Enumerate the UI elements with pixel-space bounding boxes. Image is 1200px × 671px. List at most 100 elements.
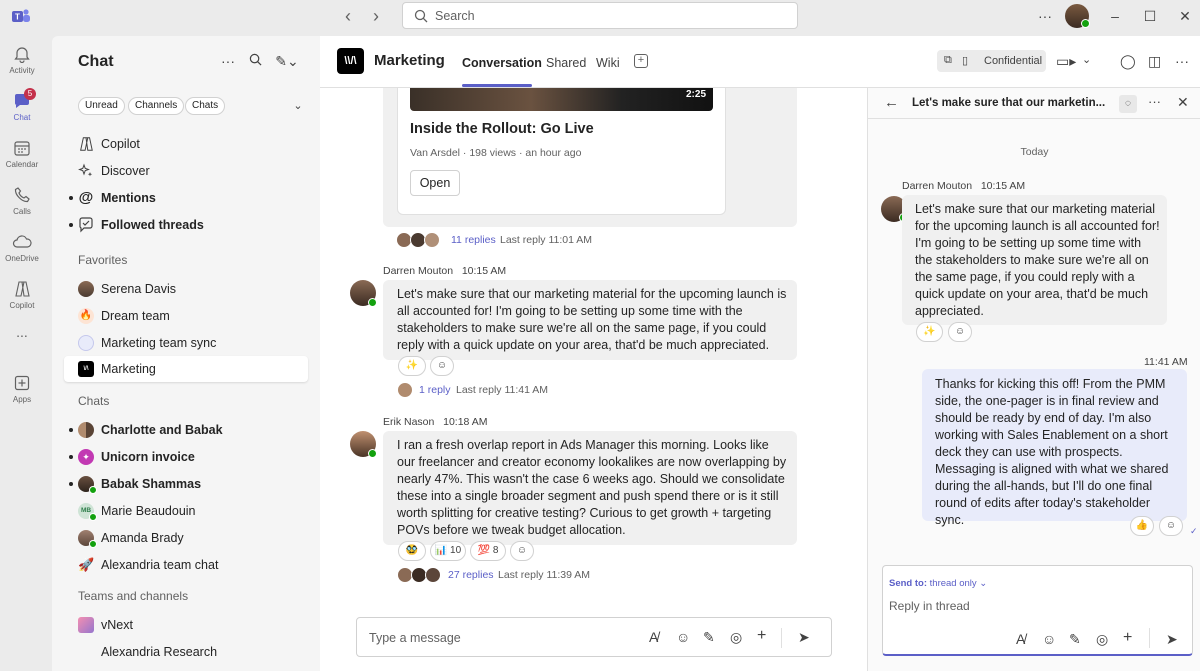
reaction-chart[interactable]: 📊 10 <box>430 541 466 561</box>
presence-available-icon <box>368 298 377 307</box>
unread-dot <box>69 428 73 432</box>
search-input[interactable]: Search <box>402 2 798 29</box>
emoji-icon[interactable]: ☺ <box>676 629 690 645</box>
tab-wiki[interactable]: Wiki <box>596 56 620 70</box>
chat-icon[interactable]: ◯ <box>1120 53 1136 70</box>
tab-conversation[interactable]: Conversation <box>462 56 542 70</box>
left-item-serena-davis[interactable]: Serena Davis <box>64 276 308 302</box>
side-panel-icon[interactable]: ◫ <box>1148 53 1161 70</box>
more-options-icon[interactable]: ··· <box>1148 94 1161 109</box>
chat-bubble-icon[interactable]: ◌ <box>1119 95 1137 113</box>
reaction-face[interactable]: 🥸 <box>398 541 426 561</box>
left-item-mentions[interactable]: @ Mentions <box>64 185 308 211</box>
rail-more[interactable]: ... <box>0 324 44 370</box>
add-tab-icon[interactable]: + <box>634 54 648 68</box>
add-reaction-icon[interactable]: ☺ <box>430 356 454 376</box>
rail-calendar[interactable]: Calendar <box>0 130 44 176</box>
left-item-vnext[interactable]: vNext <box>64 612 308 638</box>
video-call-icon[interactable]: ▭▸ <box>1056 53 1076 70</box>
message-text: I ran a fresh overlap report in Ads Mana… <box>397 438 787 537</box>
left-item-copilot[interactable]: Copilot <box>64 131 308 157</box>
left-item-marie-beaudouin[interactable]: MB Marie Beaudouin <box>64 498 308 524</box>
back-arrow-icon[interactable]: ← <box>884 94 899 111</box>
thread-replies-summary[interactable]: 1 reply Last reply 11:41 AM <box>397 382 597 400</box>
left-item-amanda-brady[interactable]: Amanda Brady <box>64 525 308 551</box>
open-button[interactable]: Open <box>410 170 460 196</box>
read-receipt-icon: ✓ <box>1190 526 1198 536</box>
tab-shared[interactable]: Shared <box>546 56 586 70</box>
rail-onedrive[interactable]: OneDrive <box>0 224 44 270</box>
rail-calls[interactable]: Calls <box>0 177 44 223</box>
left-item-marketing-team-sync[interactable]: Marketing team sync <box>64 330 308 356</box>
reaction-sparkle[interactable]: ✨ <box>398 356 426 376</box>
presence-available-icon <box>89 486 97 494</box>
add-reaction-icon[interactable]: ☺ <box>948 322 972 342</box>
add-reaction-icon[interactable]: ☺ <box>1159 516 1183 536</box>
left-item-followed-threads[interactable]: Followed threads <box>64 212 308 238</box>
chevron-down-icon[interactable]: ⌄ <box>290 98 306 114</box>
reaction-hundred[interactable]: 💯 8 <box>470 541 506 561</box>
copilot-pen-icon[interactable]: ✎ <box>1069 631 1081 648</box>
left-item-babak-shammas[interactable]: Babak Shammas <box>64 471 308 497</box>
maximize-icon[interactable]: ☐ <box>1141 7 1159 25</box>
rail-chat[interactable]: Chat 5 <box>0 83 44 129</box>
close-window-icon[interactable]: ✕ <box>1176 7 1194 25</box>
favorites-header: Favorites <box>78 253 128 267</box>
left-item-alexandria-research[interactable]: Alexandria Research <box>64 639 308 665</box>
svg-text:T: T <box>15 13 20 22</box>
thread-replies-summary[interactable]: 27 replies Last reply 11:39 AM <box>397 567 657 585</box>
message-text: Thanks for kicking this off! From the PM… <box>935 377 1169 527</box>
filter-channels[interactable]: Channels <box>128 97 185 115</box>
left-item-marketing[interactable]: \/\ Marketing <box>64 356 308 382</box>
format-icon[interactable]: A̸ <box>649 629 658 645</box>
rail-apps[interactable]: Apps <box>0 365 44 411</box>
format-icon[interactable]: A̸ <box>1016 631 1025 647</box>
followed-icon <box>79 217 93 233</box>
divider <box>781 628 782 648</box>
emoji-icon[interactable]: ☺ <box>1042 631 1056 647</box>
sensitivity-label[interactable]: ⧉ ▯ Confidential <box>937 50 1046 72</box>
more-options-icon[interactable]: ··· <box>1175 53 1189 69</box>
send-icon[interactable]: ➤ <box>798 629 810 646</box>
new-chat-icon[interactable]: ✎⌄ <box>274 53 300 69</box>
title-bar: T ‹ › Search ··· – ☐ ✕ <box>0 0 1200 32</box>
reaction-thumbs-up[interactable]: 👍 <box>1130 516 1154 536</box>
more-options-icon[interactable]: ··· <box>1036 7 1054 25</box>
left-item-charlotte-and-babak[interactable]: Charlotte and Babak <box>64 417 308 443</box>
left-item-alexandria-team-chat[interactable]: 🚀 Alexandria team chat <box>64 552 308 578</box>
message-text: Let's make sure that our marketing mater… <box>915 202 1160 318</box>
add-reaction-icon[interactable]: ☺ <box>510 541 534 561</box>
attach-plus-icon[interactable]: + <box>757 627 766 645</box>
left-item-unicorn-invoice[interactable]: ✦ Unicorn invoice <box>64 444 308 470</box>
more-options-icon[interactable]: ··· <box>220 53 236 69</box>
app-rail: Activity Chat 5 Calendar Calls OneDrive … <box>0 32 44 671</box>
copilot-pen-icon[interactable]: ✎ <box>703 629 715 646</box>
back-arrow-icon[interactable]: ‹ <box>338 6 358 26</box>
video-thumbnail[interactable]: 2:25 <box>410 88 713 111</box>
filter-chats[interactable]: Chats <box>185 97 226 115</box>
send-to-selector[interactable]: Send to: thread only ⌄ <box>889 578 987 589</box>
loop-icon[interactable]: ◎ <box>1096 631 1108 648</box>
loop-icon[interactable]: ◎ <box>730 629 742 646</box>
close-icon[interactable]: ✕ <box>1177 94 1189 111</box>
teams-logo-icon: T <box>12 9 30 22</box>
rail-copilot[interactable]: Copilot <box>0 271 44 317</box>
thread-reply-box[interactable]: Send to: thread only ⌄ Reply in thread A… <box>882 565 1193 656</box>
rail-activity[interactable]: Activity <box>0 36 44 82</box>
marketing-logo-icon: \/\ <box>78 361 94 377</box>
search-icon[interactable] <box>247 53 263 69</box>
message-compose-box[interactable]: Type a message A̸ ☺ ✎ ◎ + ➤ <box>356 617 832 657</box>
chevron-down-icon[interactable]: ⌄ <box>1082 53 1091 66</box>
unread-dot <box>69 196 73 200</box>
filter-unread[interactable]: Unread <box>78 97 125 115</box>
left-item-dream-team[interactable]: 🔥 Dream team <box>64 303 308 329</box>
minimize-icon[interactable]: – <box>1106 7 1124 25</box>
reaction-sparkle[interactable]: ✨ <box>916 322 943 342</box>
forward-arrow-icon[interactable]: › <box>366 6 386 26</box>
attach-plus-icon[interactable]: + <box>1123 629 1132 647</box>
avatar <box>78 281 94 297</box>
thread-replies-summary[interactable]: 11 replies Last reply 11:01 AM <box>396 232 656 250</box>
left-item-discover[interactable]: Discover <box>64 158 308 184</box>
flame-icon: 🔥 <box>78 308 94 324</box>
send-icon[interactable]: ➤ <box>1166 631 1178 648</box>
